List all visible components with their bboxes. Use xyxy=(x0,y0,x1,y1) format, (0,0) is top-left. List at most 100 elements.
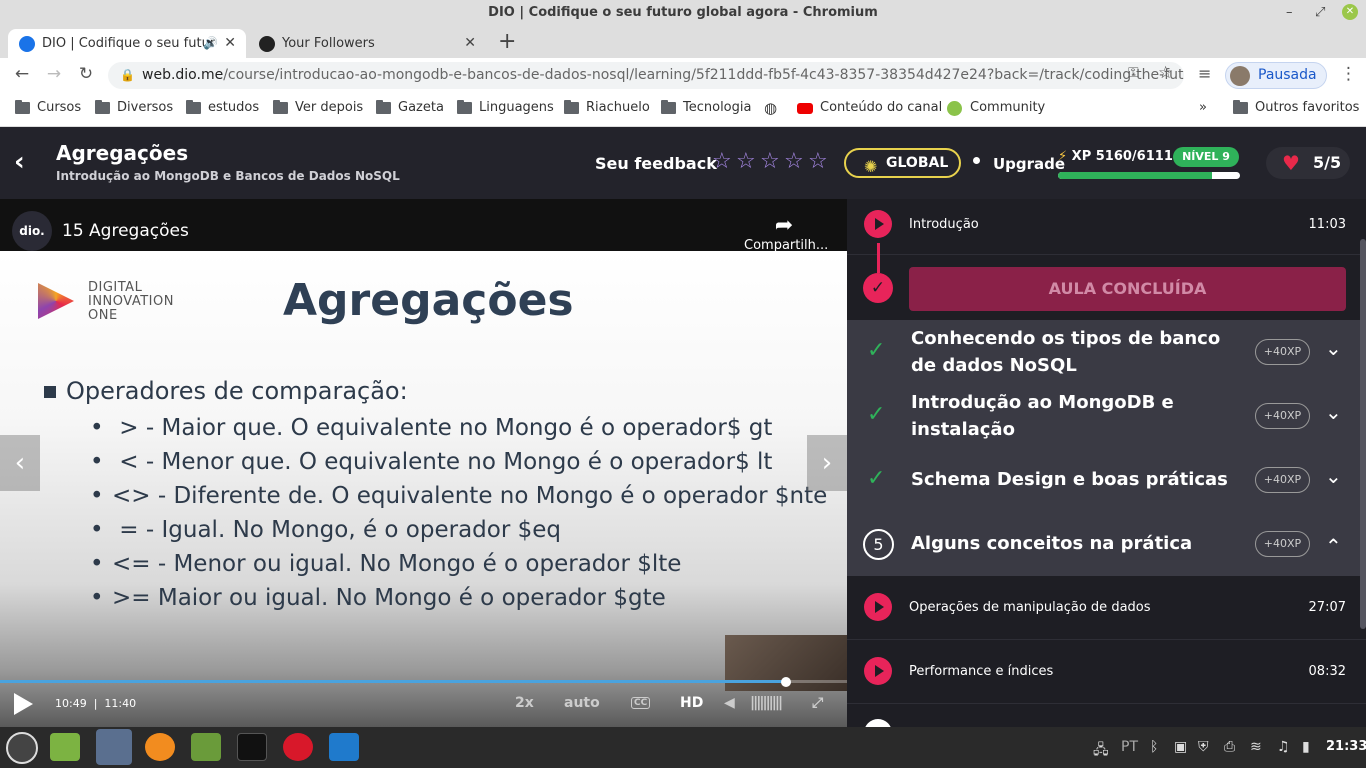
clipboard-icon[interactable]: ▣ xyxy=(1174,739,1187,755)
module-item[interactable]: ✓ Introdução ao MongoDB e instalação +40… xyxy=(847,384,1366,448)
play-circle-icon[interactable] xyxy=(864,657,892,685)
slide-item: • = - Igual. No Mongo, é o operador $eq xyxy=(44,513,827,547)
lesson-item[interactable]: Introdução 11:03 xyxy=(847,199,1366,255)
battery-icon[interactable]: ▮ xyxy=(1302,739,1310,755)
feedback-star-1[interactable]: ☆ xyxy=(712,149,732,174)
feedback-star-3[interactable]: ☆ xyxy=(760,149,780,174)
bookmarks-overflow-button[interactable]: » xyxy=(1199,92,1207,125)
close-tab-icon[interactable]: ✕ xyxy=(464,29,476,58)
bookmark-ver-depois[interactable]: Ver depois xyxy=(273,92,363,125)
bookmark-linguagens[interactable]: Linguagens xyxy=(457,92,554,125)
close-window-button[interactable]: ✕ xyxy=(1342,4,1358,20)
time-display: 10:49 | 11:40 xyxy=(55,697,137,710)
tab-followers[interactable]: Your Followers ✕ xyxy=(248,29,486,58)
upgrade-link[interactable]: Upgrade xyxy=(993,155,1065,173)
module-item[interactable]: ✓ Conhecendo os tipos de banco de dados … xyxy=(847,320,1366,384)
chevron-down-icon[interactable]: ⌄ xyxy=(1325,336,1342,360)
key-icon[interactable]: ⚿ xyxy=(1128,65,1139,81)
tab-dio[interactable]: DIO | Codifique o seu futur 🔊 ✕ xyxy=(8,29,246,58)
brand-line: INNOVATION xyxy=(88,294,174,309)
back-button[interactable]: ‹ xyxy=(14,147,25,177)
files-icon[interactable] xyxy=(50,733,80,761)
global-button[interactable]: ✺ GLOBAL xyxy=(844,148,961,178)
captions-button[interactable]: CC xyxy=(631,697,651,709)
bookmark-conteudo-do-canal[interactable]: Conteúdo do canal xyxy=(797,92,942,125)
fullscreen-icon[interactable]: ⤢ xyxy=(812,695,823,711)
network-tray-icon[interactable]: 🖧 xyxy=(1093,739,1109,763)
keyboard-layout[interactable]: PT xyxy=(1121,739,1138,755)
chevron-down-icon[interactable]: ⌄ xyxy=(1325,400,1342,424)
media-control-icon[interactable]: ≡ xyxy=(1198,64,1211,83)
previous-lesson-button[interactable]: ‹ xyxy=(0,435,40,491)
terminal-icon[interactable] xyxy=(237,733,267,761)
close-tab-icon[interactable]: ✕ xyxy=(224,29,236,58)
module-item-open[interactable]: 5 Alguns conceitos na prática +40XP ⌃ xyxy=(847,512,1366,576)
bookmark-diversos[interactable]: Diversos xyxy=(95,92,173,125)
address-bar[interactable]: 🔒 web.dio.me/course/introducao-ao-mongod… xyxy=(108,62,1184,89)
bookmark-globe[interactable]: ◍ xyxy=(764,92,780,125)
bluetooth-icon[interactable]: ᛒ xyxy=(1150,739,1158,755)
opera-icon[interactable] xyxy=(283,733,313,761)
bookmark-star-icon[interactable]: ☆ xyxy=(1158,63,1173,83)
mint-menu-icon[interactable] xyxy=(6,732,38,764)
seek-bar[interactable] xyxy=(0,677,847,687)
bookmark-community[interactable]: Community xyxy=(947,92,1045,125)
vscode-icon[interactable] xyxy=(329,733,359,761)
quality-auto-button[interactable]: auto xyxy=(564,695,600,711)
xp-progress-bar xyxy=(1058,172,1240,179)
firefox-icon[interactable] xyxy=(145,733,175,761)
square-bullet-icon xyxy=(44,386,56,398)
wifi-icon[interactable]: ≋ xyxy=(1250,739,1262,755)
new-tab-button[interactable]: + xyxy=(498,29,516,55)
bookmark-tecnologia[interactable]: Tecnologia xyxy=(661,92,751,125)
chevron-down-icon[interactable]: ⌄ xyxy=(1325,464,1342,488)
volume-slider[interactable]: |||||||||| xyxy=(750,695,783,711)
bookmark-label: Community xyxy=(970,100,1046,115)
music-icon[interactable]: ♫ xyxy=(1277,739,1290,755)
maximize-button[interactable]: ⤢ xyxy=(1315,0,1325,25)
tab-title: DIO | Codifique o seu futur xyxy=(42,36,216,51)
minimize-button[interactable]: – xyxy=(1286,0,1293,25)
lesson-name: Operações de manipulação de dados xyxy=(909,600,1151,615)
channel-logo[interactable]: dio. xyxy=(12,211,52,251)
shield-icon[interactable]: ⛨ xyxy=(1198,739,1209,755)
other-bookmarks[interactable]: Outros favoritos xyxy=(1233,92,1359,125)
hd-button[interactable]: HD xyxy=(680,695,703,711)
video-player[interactable]: dio. 15 Agregações ➦ Compartilh... DIGIT… xyxy=(0,199,847,727)
back-arrow-icon[interactable]: ← xyxy=(11,64,33,84)
printer-icon[interactable]: ⎙ xyxy=(1224,739,1235,755)
feedback-star-5[interactable]: ☆ xyxy=(808,149,828,174)
lesson-item[interactable]: Operações de manipulação de dados 27:07 xyxy=(847,576,1366,640)
folder-icon[interactable] xyxy=(191,733,221,761)
forward-arrow-icon[interactable]: → xyxy=(43,64,65,84)
bookmark-riachuelo[interactable]: Riachuelo xyxy=(564,92,650,125)
next-lesson-button[interactable]: › xyxy=(807,435,847,491)
reload-icon[interactable]: ↻ xyxy=(75,64,97,84)
avatar xyxy=(1230,66,1250,86)
volume-icon[interactable]: ◀ xyxy=(724,695,735,711)
feedback-star-4[interactable]: ☆ xyxy=(784,149,804,174)
lesson-item[interactable]: Performance e índices 08:32 xyxy=(847,640,1366,704)
play-button[interactable] xyxy=(14,693,33,715)
current-time: 10:49 xyxy=(55,697,87,710)
speed-button[interactable]: 2x xyxy=(515,695,534,711)
chromium-icon[interactable] xyxy=(96,729,132,765)
share-button[interactable]: ➦ Compartilh... xyxy=(744,213,828,253)
play-circle-icon[interactable] xyxy=(864,593,892,621)
chevron-up-icon[interactable]: ⌃ xyxy=(1325,534,1342,558)
slide-item-text: <> - Diferente de. O equivalente no Mong… xyxy=(112,483,828,509)
video-title[interactable]: 15 Agregações xyxy=(62,221,189,241)
speaker-icon[interactable]: 🔊 xyxy=(203,29,218,58)
profile-button[interactable]: Pausada xyxy=(1225,62,1327,89)
play-circle-icon[interactable] xyxy=(864,210,892,238)
feedback-star-2[interactable]: ☆ xyxy=(736,149,756,174)
bookmark-gazeta[interactable]: Gazeta xyxy=(376,92,444,125)
folder-icon xyxy=(661,100,676,114)
module-item[interactable]: ✓ Schema Design e boas práticas +40XP ⌄ xyxy=(847,448,1366,512)
bookmark-estudos[interactable]: estudos xyxy=(186,92,259,125)
lesson-completed-button[interactable]: AULA CONCLUÍDA xyxy=(909,267,1346,311)
sidebar-scrollbar[interactable] xyxy=(1360,239,1366,629)
bookmark-cursos[interactable]: Cursos xyxy=(15,92,81,125)
seek-handle[interactable] xyxy=(781,677,792,687)
menu-kebab-icon[interactable]: ⋮ xyxy=(1340,64,1357,84)
